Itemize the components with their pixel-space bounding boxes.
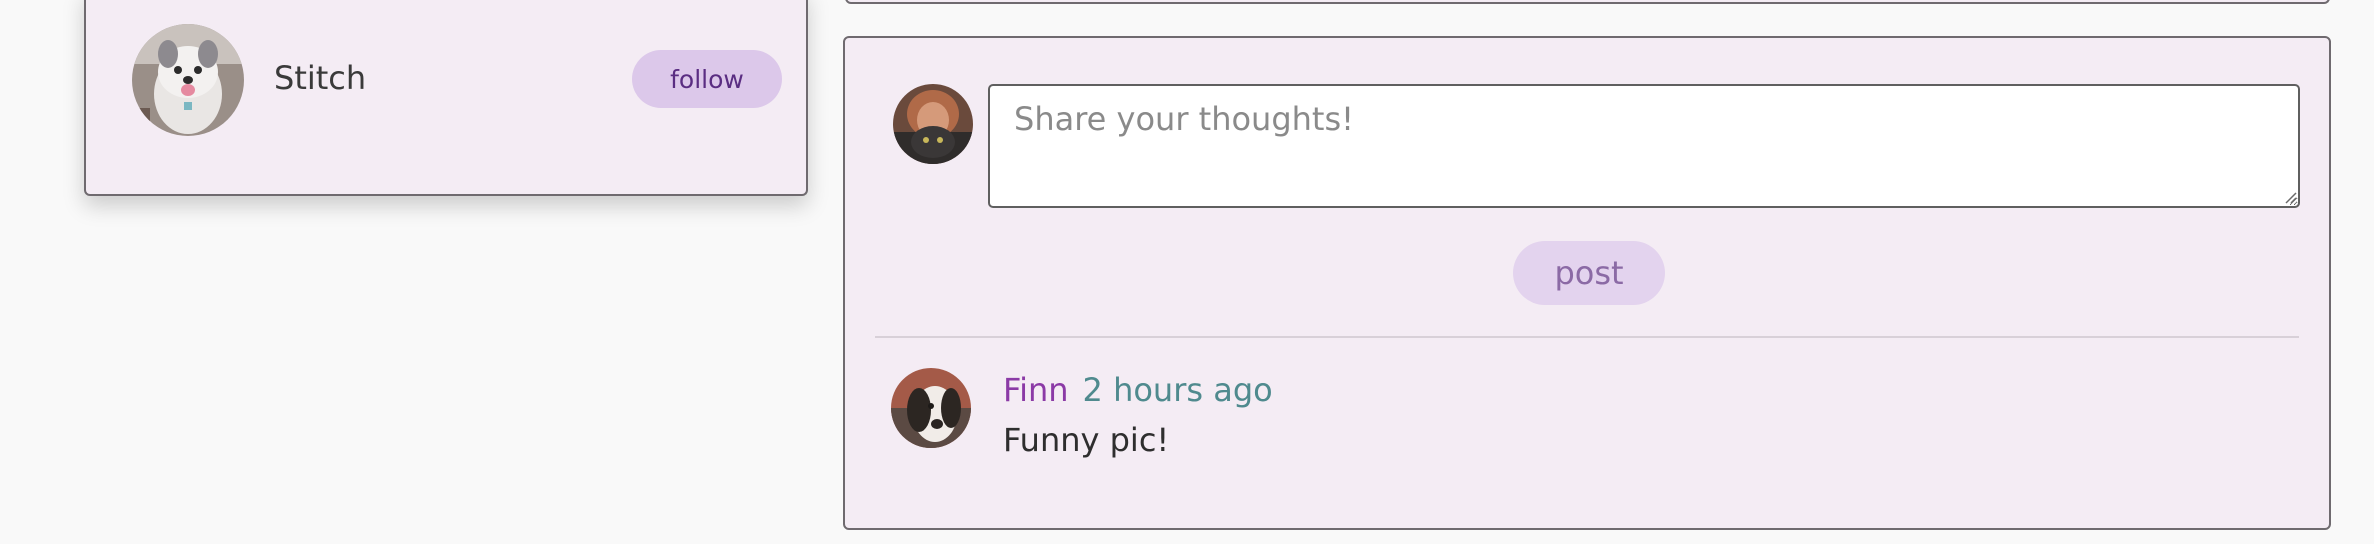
dog-photo-icon	[132, 24, 244, 136]
previous-post-card-edge	[845, 0, 2330, 4]
comment-meta: Finn 2 hours ago	[1003, 374, 1273, 406]
comment-text: Funny pic!	[1003, 421, 1170, 459]
divider	[875, 336, 2299, 338]
follow-button[interactable]: follow	[632, 50, 782, 108]
comments-panel: post Finn 2 hours ago Funny pic!	[843, 36, 2331, 530]
comment-avatar[interactable]	[891, 368, 971, 448]
post-button[interactable]: post	[1513, 241, 1665, 305]
composer-avatar	[893, 84, 973, 164]
follow-suggestions-card: Stitch follow	[84, 0, 808, 196]
comment-item: Finn 2 hours ago Funny pic!	[891, 368, 2291, 468]
comment-input[interactable]	[988, 84, 2300, 208]
suggestion-avatar[interactable]	[132, 24, 244, 136]
user-photo-icon	[893, 84, 973, 164]
comment-timestamp: 2 hours ago	[1082, 371, 1273, 409]
follow-suggestion-item: Stitch follow	[132, 24, 782, 136]
comment-author-link[interactable]: Finn	[1003, 371, 1069, 409]
dog-photo-icon	[891, 368, 971, 448]
suggestion-name[interactable]: Stitch	[274, 62, 366, 94]
